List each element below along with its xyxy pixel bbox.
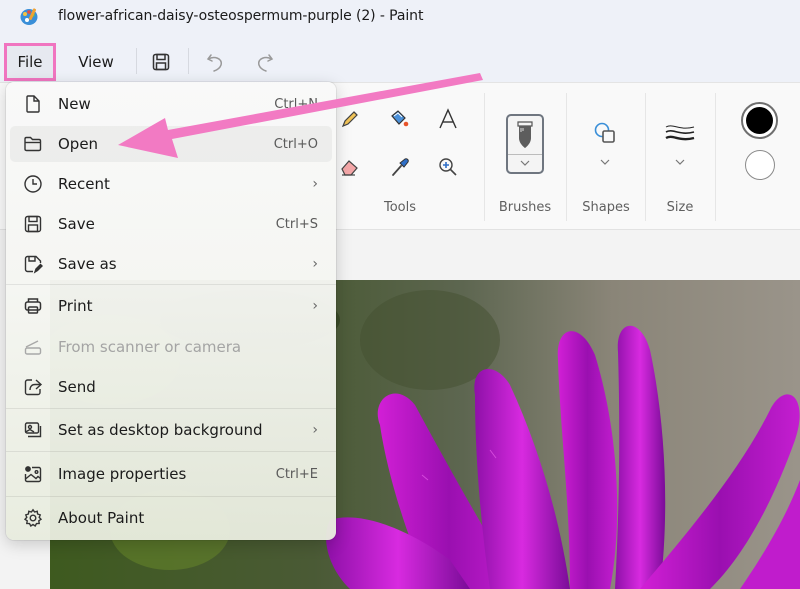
- menu-separator: [6, 496, 336, 497]
- scanner-icon: [24, 340, 42, 355]
- menubar-divider: [136, 48, 137, 74]
- menu-item-recent[interactable]: Recent ›: [10, 166, 332, 202]
- eraser-tool[interactable]: [334, 151, 366, 183]
- save-icon: [24, 215, 42, 233]
- redo-button[interactable]: [248, 46, 280, 78]
- shortcut-label: Ctrl+N: [274, 96, 318, 112]
- chevron-right-icon: ›: [312, 422, 318, 438]
- save-icon: [152, 53, 170, 71]
- shapes-button[interactable]: [588, 117, 622, 167]
- menubar-divider: [188, 48, 189, 74]
- file-menu-dropdown: New Ctrl+N Open Ctrl+O Recent › Save Ctr…: [6, 82, 336, 540]
- ribbon-divider: [566, 93, 567, 221]
- eyedropper-icon: [392, 158, 409, 176]
- menu-separator: [6, 451, 336, 452]
- primary-color-swatch[interactable]: [741, 102, 778, 139]
- magnifier-tool[interactable]: [432, 151, 464, 183]
- desktop-background-icon: [24, 422, 42, 438]
- brushes-group-label: Brushes: [498, 200, 552, 215]
- shortcut-label: Ctrl+O: [273, 136, 318, 152]
- undo-icon: [206, 54, 223, 72]
- eraser-icon: [341, 160, 358, 176]
- size-group-label: Size: [666, 200, 694, 215]
- chevron-right-icon: ›: [312, 176, 318, 192]
- undo-button[interactable]: [200, 46, 232, 78]
- size-button[interactable]: [662, 119, 698, 169]
- pencil-tool[interactable]: [334, 103, 366, 135]
- image-properties-icon: [24, 466, 42, 483]
- view-menu-button[interactable]: View: [68, 43, 124, 81]
- menu-item-label: Save: [58, 215, 95, 233]
- paint-bucket-icon: [391, 110, 409, 127]
- clock-icon: [24, 175, 42, 193]
- menu-item-from-scanner[interactable]: From scanner or camera: [10, 329, 332, 365]
- stroke-size-icon: [665, 125, 695, 141]
- chevron-right-icon: ›: [312, 298, 318, 314]
- gear-icon: [23, 508, 43, 528]
- printer-icon: [24, 298, 42, 314]
- menu-item-image-properties[interactable]: Image properties Ctrl+E: [10, 456, 332, 492]
- menu-item-label: Image properties: [58, 465, 187, 483]
- menu-separator: [6, 284, 336, 285]
- menu-item-label: Open: [58, 135, 99, 153]
- menu-item-label: New: [58, 95, 91, 113]
- menu-item-new[interactable]: New Ctrl+N: [10, 86, 332, 122]
- folder-open-icon: [24, 136, 42, 152]
- menu-item-label: From scanner or camera: [58, 338, 242, 356]
- title-bar: flower-african-daisy-osteospermum-purple…: [0, 0, 800, 36]
- menu-item-label: Set as desktop background: [58, 421, 263, 439]
- new-file-icon: [26, 95, 40, 113]
- brushes-button[interactable]: [506, 114, 544, 174]
- menu-item-print[interactable]: Print ›: [10, 288, 332, 324]
- menu-item-label: Print: [58, 297, 93, 315]
- pencil-icon: [341, 111, 358, 128]
- shortcut-label: Ctrl+E: [275, 466, 318, 482]
- text-tool[interactable]: [432, 103, 464, 135]
- quick-save-button[interactable]: [145, 46, 177, 78]
- file-menu-button[interactable]: File: [4, 43, 56, 81]
- menu-item-label: Send: [58, 378, 96, 396]
- ribbon-divider: [645, 93, 646, 221]
- shapes-icon: [594, 122, 615, 143]
- redo-icon: [257, 54, 274, 72]
- window-title: flower-african-daisy-osteospermum-purple…: [58, 8, 424, 24]
- secondary-color-swatch[interactable]: [745, 150, 775, 180]
- menu-item-label: About Paint: [58, 509, 145, 527]
- menu-item-set-desktop-background[interactable]: Set as desktop background ›: [10, 412, 332, 448]
- zoom-in-icon: [439, 158, 457, 176]
- chevron-down-icon: [520, 160, 530, 166]
- ribbon-divider: [715, 93, 716, 221]
- chevron-down-icon: [675, 159, 685, 165]
- menu-bar: File View: [0, 40, 800, 82]
- tools-group-label: Tools: [383, 200, 417, 215]
- ribbon-divider: [484, 93, 485, 221]
- menu-separator: [6, 408, 336, 409]
- chevron-right-icon: ›: [312, 256, 318, 272]
- text-icon: [439, 108, 457, 129]
- menu-item-label: Save as: [58, 255, 117, 273]
- brushes-divider: [508, 154, 542, 155]
- menu-item-save[interactable]: Save Ctrl+S: [10, 206, 332, 242]
- paint-palette-icon: [20, 8, 38, 25]
- color-picker-tool[interactable]: [384, 151, 416, 183]
- primary-color-fill: [746, 107, 773, 134]
- brush-icon: [517, 121, 533, 148]
- menu-item-about-paint[interactable]: About Paint: [10, 500, 332, 536]
- fill-tool[interactable]: [384, 103, 416, 135]
- save-as-icon: [24, 255, 43, 274]
- menu-item-send[interactable]: Send: [10, 369, 332, 405]
- menu-item-save-as[interactable]: Save as ›: [10, 246, 332, 282]
- menu-item-open[interactable]: Open Ctrl+O: [10, 126, 332, 162]
- shortcut-label: Ctrl+S: [275, 216, 318, 232]
- chevron-down-icon: [600, 159, 610, 165]
- menu-item-label: Recent: [58, 175, 110, 193]
- share-icon: [24, 379, 43, 396]
- shapes-group-label: Shapes: [582, 200, 630, 215]
